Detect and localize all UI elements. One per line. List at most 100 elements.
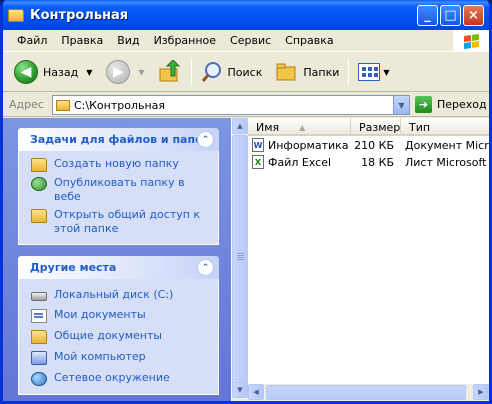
collapse-chevron-icon[interactable]: ⌃ [197,259,214,276]
task-publish-web[interactable]: Опубликовать папку в вебе [31,176,210,204]
forward-dropdown-icon[interactable]: ▼ [138,68,144,77]
address-value: C:\Контрольная [74,98,166,112]
column-size-label: Размер [359,120,401,134]
views-dropdown-icon[interactable]: ▼ [383,68,389,77]
window-title: Контрольная [30,7,129,23]
task-share-folder[interactable]: Открыть общий доступ к этой папке [31,208,210,236]
scroll-left-icon[interactable]: ◀ [248,384,264,400]
horizontal-scrollbar[interactable]: ◀ ▶ [248,384,489,401]
folder-up-icon [159,60,180,82]
menu-edit[interactable]: Правка [54,34,110,47]
scroll-down-icon[interactable]: ▼ [232,382,248,398]
maximize-button[interactable]: □ [440,5,461,26]
excel-sheet-icon: X [252,155,264,169]
file-name: Файл Excel [268,156,332,169]
place-label: Общие документы [54,329,163,342]
column-size[interactable]: Размер [351,118,401,136]
go-button[interactable]: ➔ Переход [415,96,487,113]
close-button[interactable]: × [463,5,484,26]
place-label: Мои документы [54,308,146,321]
file-list: Имя ▲ Размер Тип W Информатика 210 КБ До… [248,118,489,401]
menu-favorites[interactable]: Избранное [147,34,223,47]
new-folder-icon [31,158,47,172]
views-button[interactable]: ▼ [354,56,393,88]
menu-file[interactable]: Файл [10,34,54,47]
file-size: 18 КБ [361,156,394,169]
place-local-disk[interactable]: Локальный диск (C:) [31,288,210,302]
column-type-label: Тип [409,120,431,134]
file-tasks-header[interactable]: Задачи для файлов и папок ⌃ [18,128,219,151]
back-button[interactable]: ◀ Назад ▼ [11,56,95,88]
column-headers: Имя ▲ Размер Тип [248,118,489,136]
local-disk-icon [31,292,47,301]
shared-documents-icon [31,330,47,344]
place-my-computer[interactable]: Мой компьютер [31,350,210,365]
place-label: Сетевое окружение [54,371,170,384]
grip-icon [237,253,244,254]
scroll-up-icon[interactable]: ▲ [232,118,248,134]
file-type: Документ Microsoft Word [405,139,489,152]
task-label: Открыть общий доступ к этой папке [54,208,201,235]
menu-tools[interactable]: Сервис [223,34,278,47]
address-bar: Адрес C:\Контрольная ▼ ➔ Переход [3,93,489,117]
word-document-icon: W [252,138,264,152]
other-places-title: Другие места [30,261,117,274]
scroll-thumb[interactable] [232,135,248,397]
go-label: Переход [437,98,487,111]
place-shared-documents[interactable]: Общие документы [31,329,210,344]
horizontal-scroll-thumb[interactable] [266,385,466,400]
address-input[interactable]: C:\Контрольная ▼ [52,95,410,115]
search-label: Поиск [227,65,263,79]
file-type: Лист Microsoft Excel [405,156,489,169]
windows-logo-icon [453,30,489,52]
other-places-panel: Другие места ⌃ Локальный диск (C:) Мои д… [18,256,219,395]
views-icon [358,63,381,81]
menu-help[interactable]: Справка [278,34,340,47]
file-size: 210 КБ [354,139,394,152]
toolbar-separator [190,59,192,85]
column-name[interactable]: Имя ▲ [248,118,351,136]
file-name: Информатика [268,139,349,152]
task-label: Создать новую папку [54,157,179,170]
place-network[interactable]: Сетевое окружение [31,371,210,386]
place-my-documents[interactable]: Мои документы [31,308,210,323]
back-arrow-icon: ◀ [14,60,38,84]
up-button[interactable] [154,56,186,88]
folders-icon [276,63,296,81]
window-controls: _ □ × [417,5,484,26]
file-row[interactable]: W Информатика 210 КБ Документ Microsoft … [248,137,489,154]
menu-bar: Файл Правка Вид Избранное Сервис Справка [3,30,489,52]
folder-icon [56,99,70,111]
place-label: Локальный диск (C:) [54,288,174,301]
collapse-chevron-icon[interactable]: ⌃ [197,131,214,148]
folders-label: Папки [303,65,340,79]
place-label: Мой компьютер [54,350,146,363]
other-places-header[interactable]: Другие места ⌃ [18,256,219,279]
file-tasks-panel: Задачи для файлов и папок ⌃ Создать нову… [18,128,219,245]
go-arrow-icon: ➔ [415,96,432,113]
back-label: Назад [43,65,79,79]
menu-view[interactable]: Вид [110,34,146,47]
file-tasks-title: Задачи для файлов и папок [30,133,211,146]
back-dropdown-icon[interactable]: ▼ [86,68,92,77]
task-pane-scrollbar[interactable]: ▲ ▼ [231,118,248,401]
task-label: Опубликовать папку в вебе [54,176,185,203]
toolbar-separator [348,59,350,85]
search-button[interactable]: Поиск [197,56,267,88]
column-name-label: Имя [256,120,280,134]
toolbar: ◀ Назад ▼ ▶ ▼ Поиск Папки ▼ [3,53,489,92]
forward-button[interactable]: ▶ ▼ [103,56,147,88]
file-row[interactable]: X Файл Excel 18 КБ Лист Microsoft Excel [248,154,489,171]
folders-button[interactable]: Папки [272,56,343,88]
task-new-folder[interactable]: Создать новую папку [31,157,210,172]
title-bar[interactable]: Контрольная _ □ × [3,0,489,30]
search-icon [201,62,221,82]
column-type[interactable]: Тип [401,118,489,136]
address-dropdown-icon[interactable]: ▼ [393,96,409,114]
minimize-button[interactable]: _ [417,5,438,26]
my-computer-icon [31,351,47,365]
scroll-right-icon[interactable]: ▶ [473,384,489,400]
forward-arrow-icon: ▶ [106,60,131,84]
my-documents-icon [31,309,47,323]
publish-web-icon [31,177,47,191]
